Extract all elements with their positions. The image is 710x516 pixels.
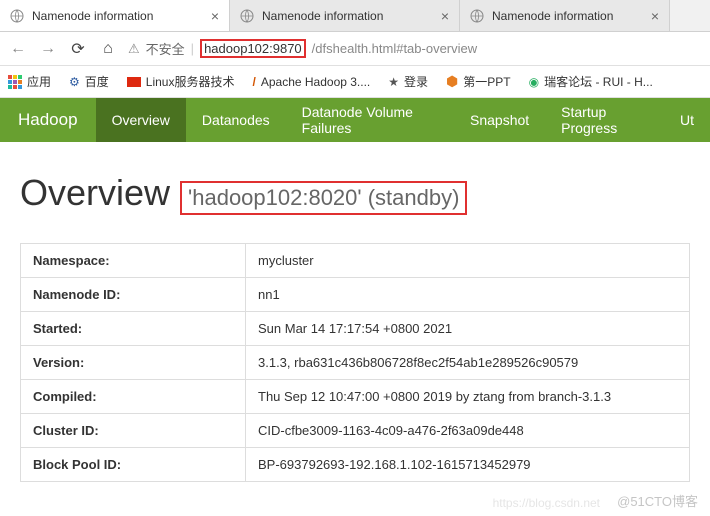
content: Overview 'hadoop102:8020' (standby) Name… — [0, 142, 710, 482]
tab-title: Namenode information — [32, 9, 153, 23]
nav-startup[interactable]: Startup Progress — [545, 98, 664, 142]
apps-icon — [8, 75, 22, 89]
bookmarks-bar: 应用 ⚙ 百度 Linux服务器技术 / Apache Hadoop 3....… — [0, 66, 710, 98]
table-row: Namenode ID:nn1 — [21, 278, 690, 312]
browser-tab[interactable]: Namenode information × — [460, 0, 670, 31]
hadoop-brand[interactable]: Hadoop — [0, 98, 96, 142]
close-icon[interactable]: × — [441, 8, 449, 24]
bookmark-ppt[interactable]: ⬢ 第一PPT — [446, 73, 511, 90]
row-key: Cluster ID: — [21, 414, 246, 448]
row-value: Thu Sep 12 10:47:00 +0800 2019 by ztang … — [246, 380, 690, 414]
table-row: Started:Sun Mar 14 17:17:54 +0800 2021 — [21, 312, 690, 346]
bookmark-login[interactable]: ★ 登录 — [388, 73, 428, 90]
circle-icon: ◉ — [529, 75, 539, 89]
url-path: /dfshealth.html#tab-overview — [312, 41, 477, 56]
table-row: Version:3.1.3, rba631c436b806728f8ec2f54… — [21, 346, 690, 380]
row-key: Namespace: — [21, 244, 246, 278]
apps-label: 应用 — [27, 73, 51, 90]
overview-table: Namespace:mycluster Namenode ID:nn1 Star… — [20, 243, 690, 482]
back-button[interactable]: ← — [8, 40, 28, 58]
bookmark-linux[interactable]: Linux服务器技术 — [127, 73, 235, 90]
row-key: Namenode ID: — [21, 278, 246, 312]
browser-tab[interactable]: Namenode information × — [230, 0, 460, 31]
table-row: Cluster ID:CID-cfbe3009-1163-4c09-a476-2… — [21, 414, 690, 448]
nav-overview[interactable]: Overview — [96, 98, 186, 142]
insecure-label: 不安全 — [146, 39, 185, 58]
bookmark-baidu[interactable]: ⚙ 百度 — [69, 73, 109, 90]
row-value: Sun Mar 14 17:17:54 +0800 2021 — [246, 312, 690, 346]
nav-datanodes[interactable]: Datanodes — [186, 98, 286, 142]
row-key: Block Pool ID: — [21, 448, 246, 482]
close-icon[interactable]: × — [211, 8, 219, 24]
bookmark-rui[interactable]: ◉ 瑞客论坛 - RUI - H... — [529, 73, 653, 90]
globe-icon — [470, 9, 484, 23]
row-key: Started: — [21, 312, 246, 346]
warning-icon: ⚠ — [128, 41, 140, 57]
close-icon[interactable]: × — [651, 8, 659, 24]
paw-icon: ⚙ — [69, 75, 80, 89]
page-subtitle: 'hadoop102:8020' (standby) — [180, 181, 467, 215]
nav-failures[interactable]: Datanode Volume Failures — [286, 98, 454, 142]
page-title: Overview — [20, 172, 170, 214]
tab-title: Namenode information — [492, 9, 613, 23]
hadoop-nav: Hadoop Overview Datanodes Datanode Volum… — [0, 98, 710, 142]
apps-button[interactable]: 应用 — [8, 73, 51, 90]
browser-tab-active[interactable]: Namenode information × — [0, 0, 230, 31]
url-field[interactable]: ⚠ 不安全 | hadoop102:9870/dfshealth.html#ta… — [128, 39, 702, 58]
table-row: Namespace:mycluster — [21, 244, 690, 278]
reload-button[interactable]: ⟳ — [68, 39, 88, 59]
home-button[interactable]: ⌂ — [98, 40, 118, 58]
address-bar: ← → ⟳ ⌂ ⚠ 不安全 | hadoop102:9870/dfshealth… — [0, 32, 710, 66]
row-value: 3.1.3, rba631c436b806728f8ec2f54ab1e2895… — [246, 346, 690, 380]
flag-icon — [127, 77, 141, 87]
nav-utilities[interactable]: Ut — [664, 98, 710, 142]
tab-title: Namenode information — [262, 9, 383, 23]
row-value: nn1 — [246, 278, 690, 312]
globe-icon — [10, 9, 24, 23]
hexagon-icon: ⬢ — [446, 73, 458, 90]
row-value: BP-693792693-192.168.1.102-1615713452979 — [246, 448, 690, 482]
table-row: Block Pool ID:BP-693792693-192.168.1.102… — [21, 448, 690, 482]
bookmark-hadoop[interactable]: / Apache Hadoop 3.... — [253, 75, 371, 89]
globe-icon — [240, 9, 254, 23]
url-highlight: hadoop102:9870 — [200, 39, 306, 58]
row-key: Version: — [21, 346, 246, 380]
watermark-51cto: @51CTO博客 — [617, 491, 698, 510]
watermark-csdn: https://blog.csdn.net — [493, 496, 600, 510]
table-row: Compiled:Thu Sep 12 10:47:00 +0800 2019 … — [21, 380, 690, 414]
row-value: mycluster — [246, 244, 690, 278]
browser-tab-bar: Namenode information × Namenode informat… — [0, 0, 710, 32]
row-value: CID-cfbe3009-1163-4c09-a476-2f63a09de448 — [246, 414, 690, 448]
star-icon: ★ — [388, 75, 399, 89]
row-key: Compiled: — [21, 380, 246, 414]
page-heading-row: Overview 'hadoop102:8020' (standby) — [20, 172, 690, 215]
slash-icon: / — [253, 75, 256, 89]
forward-button[interactable]: → — [38, 40, 58, 58]
nav-snapshot[interactable]: Snapshot — [454, 98, 545, 142]
